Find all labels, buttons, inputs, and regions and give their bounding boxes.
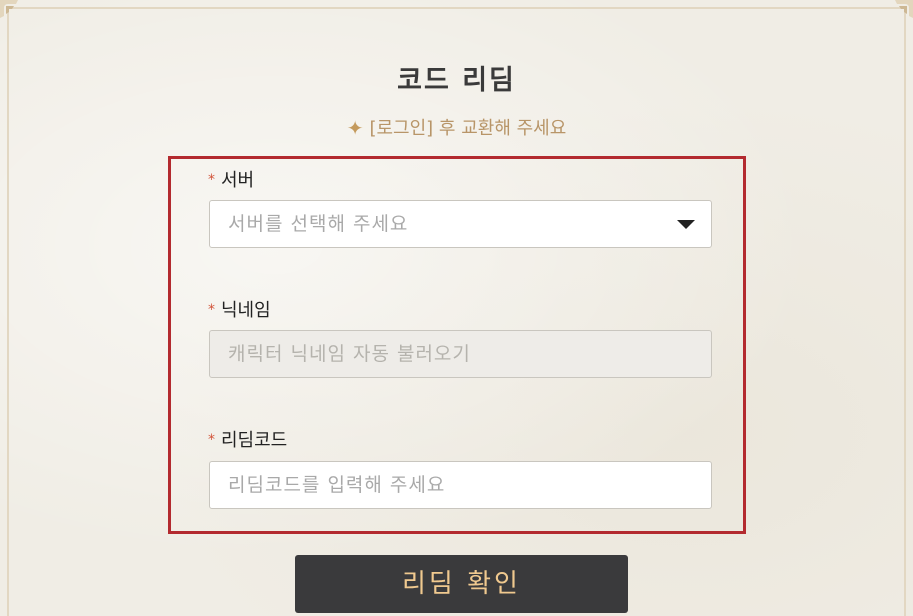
nickname-label: * 닉네임 (208, 296, 271, 322)
corner-ornament-icon (0, 0, 18, 18)
code-label-text: 리딤코드 (221, 430, 288, 451)
caret-down-icon[interactable] (677, 220, 695, 229)
nickname-field: 캐릭터 닉네임 자동 불러오기 (209, 330, 712, 378)
redeem-panel: 코드 리딤 ✦ [로그인] 후 교환해 주세요 * 서버 서버를 선택해 주세요 *… (0, 0, 913, 616)
nickname-label-text: 닉네임 (221, 300, 271, 321)
required-mark: * (208, 172, 215, 188)
corner-ornament-icon (895, 0, 913, 18)
redeem-confirm-button[interactable]: 리딤 확인 (295, 555, 628, 613)
server-select[interactable]: 서버를 선택해 주세요 (209, 200, 712, 248)
redeem-code-input[interactable]: 리딤코드를 입력해 주세요 (209, 461, 712, 509)
required-mark: * (208, 302, 215, 318)
login-notice: ✦ [로그인] 후 교환해 주세요 (0, 114, 913, 140)
server-label-text: 서버 (221, 170, 255, 191)
sparkle-icon: ✦ (346, 116, 364, 140)
nickname-field-placeholder: 캐릭터 닉네임 자동 불러오기 (228, 343, 471, 365)
code-label: * 리딤코드 (208, 426, 287, 452)
required-mark: * (208, 432, 215, 448)
server-select-placeholder: 서버를 선택해 주세요 (228, 213, 409, 235)
login-notice-text: [로그인] 후 교환해 주세요 (369, 118, 567, 139)
redeem-code-placeholder: 리딤코드를 입력해 주세요 (228, 474, 446, 496)
page-title: 코드 리딤 (397, 65, 516, 96)
server-label: * 서버 (208, 166, 254, 192)
